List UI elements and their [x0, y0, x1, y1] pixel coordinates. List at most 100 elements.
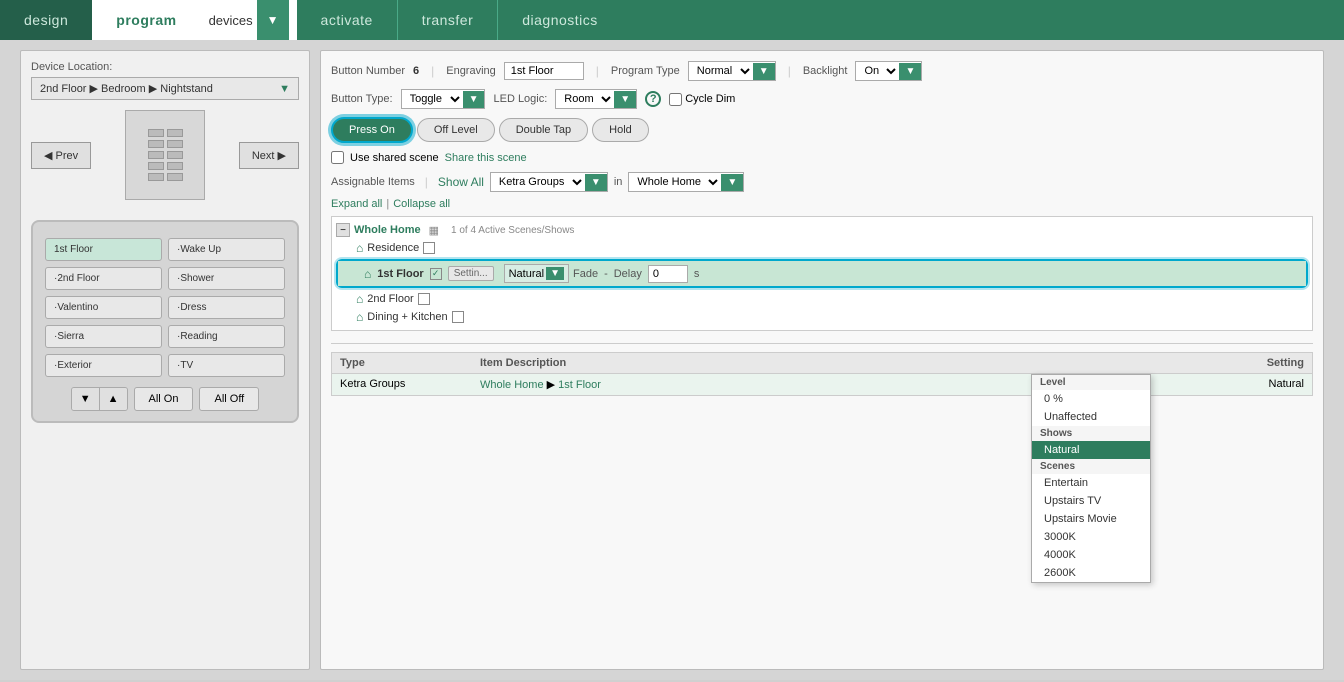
tree-item-dining-kitchen: ⌂ Dining + Kitchen	[336, 308, 1308, 326]
tab-press-on[interactable]: Press On	[331, 117, 413, 143]
next-button[interactable]: Next ▶	[239, 142, 299, 169]
2600k-item[interactable]: 2600K	[1032, 564, 1150, 582]
fade-separator: -	[604, 268, 608, 280]
engraving-input[interactable]	[504, 62, 584, 80]
entertain-item[interactable]: Entertain	[1032, 474, 1150, 492]
dining-kitchen-checkbox[interactable]	[452, 311, 464, 323]
cycle-dim-label[interactable]: Cycle Dim	[669, 93, 735, 106]
first-floor-label: 1st Floor	[377, 268, 423, 280]
use-shared-scene-checkbox[interactable]	[331, 151, 344, 164]
keypad-btn-tv[interactable]: ·TV	[168, 354, 285, 377]
all-off-button[interactable]: All Off	[199, 387, 259, 411]
residence-checkbox[interactable]	[423, 242, 435, 254]
row-type: Ketra Groups	[340, 378, 480, 391]
keypad-btn-reading[interactable]: ·Reading	[168, 325, 285, 348]
ketra-groups-arrow[interactable]: ▼	[585, 174, 607, 191]
row-setting: Natural	[1204, 378, 1304, 391]
dim-down-btn[interactable]: ▼	[72, 388, 99, 410]
natural-select-box[interactable]: Natural ▼	[504, 264, 569, 283]
assignable-bar: Assignable Items | Show All Ketra Groups…	[331, 172, 1313, 192]
dining-kitchen-label: Dining + Kitchen	[367, 311, 447, 323]
delay-input[interactable]	[648, 265, 688, 283]
delay-unit: s	[694, 268, 700, 280]
nav-program[interactable]: program	[92, 0, 200, 40]
prev-button[interactable]: ◀ Prev	[31, 142, 91, 169]
bottom-table: Type Item Description Setting Ketra Grou…	[331, 343, 1313, 396]
nav-devices-dropdown-btn[interactable]: ▼	[257, 0, 289, 40]
device-location-select[interactable]: 2nd Floor ▶ Bedroom ▶ Nightstand ▼	[31, 77, 299, 100]
backlight-select[interactable]: On ▼	[855, 61, 922, 81]
cycle-dim-checkbox[interactable]	[669, 93, 682, 106]
show-all-link[interactable]: Show All	[438, 175, 484, 189]
table-header: Type Item Description Setting	[331, 352, 1313, 374]
right-panel: Button Number 6 | Engraving | Program Ty…	[320, 50, 1324, 670]
tree-icon-1st-floor: ⌂	[364, 267, 371, 281]
whole-home-dropdown[interactable]: Whole Home	[629, 173, 721, 191]
tab-off-level[interactable]: Off Level	[417, 118, 495, 142]
expand-all-link[interactable]: Expand all	[331, 198, 382, 210]
level-unaffected-item[interactable]: Unaffected	[1032, 408, 1150, 426]
keypad-btn-valentino[interactable]: ·Valentino	[45, 296, 162, 319]
keypad-grid: 1st Floor ·Wake Up ·2nd Floor ·Shower ·V…	[45, 238, 285, 377]
keypad-btn-2nd-floor[interactable]: ·2nd Floor	[45, 267, 162, 290]
keypad-btn-1st-floor[interactable]: 1st Floor	[45, 238, 162, 261]
button-type-select[interactable]: Toggle ▼	[401, 89, 486, 109]
whole-home-arrow[interactable]: ▼	[721, 174, 743, 191]
fade-label: Fade	[573, 268, 598, 280]
keypad-btn-sierra[interactable]: ·Sierra	[45, 325, 162, 348]
device-location-arrow: ▼	[279, 83, 290, 95]
dim-buttons: ▼ ▲	[71, 387, 128, 411]
program-type-select[interactable]: Normal ▼	[688, 61, 776, 81]
nav-transfer[interactable]: transfer	[398, 0, 497, 40]
backlight-dropdown[interactable]: On	[856, 62, 899, 80]
scene-tree: − Whole Home ▦ 1 of 4 Active Scenes/Show…	[331, 216, 1313, 331]
whole-home-select[interactable]: Whole Home ▼	[628, 172, 744, 192]
program-type-arrow[interactable]: ▼	[753, 63, 775, 80]
led-logic-select[interactable]: Room ▼	[555, 89, 637, 109]
natural-show-item[interactable]: Natural	[1032, 441, 1150, 459]
upstairs-movie-item[interactable]: Upstairs Movie	[1032, 510, 1150, 528]
keypad-controls: ▼ ▲ All On All Off	[45, 387, 285, 411]
assignable-items-label: Assignable Items	[331, 176, 415, 188]
nav-activate[interactable]: activate	[297, 0, 397, 40]
backlight-arrow[interactable]: ▼	[899, 63, 921, 80]
led-logic-arrow[interactable]: ▼	[614, 91, 636, 108]
tab-hold[interactable]: Hold	[592, 118, 649, 142]
button-number-label: Button Number	[331, 65, 405, 77]
setting-header: Setting	[1204, 357, 1304, 369]
button-type-dropdown[interactable]: Toggle	[402, 90, 463, 108]
ketra-groups-dropdown[interactable]: Ketra Groups	[491, 173, 585, 191]
1st-floor-settings-btn[interactable]: Settin...	[448, 266, 494, 281]
help-icon[interactable]: ?	[645, 91, 661, 107]
keypad-btn-shower[interactable]: ·Shower	[168, 267, 285, 290]
tab-double-tap[interactable]: Double Tap	[499, 118, 588, 142]
2nd-floor-checkbox[interactable]	[418, 293, 430, 305]
3000k-item[interactable]: 3000K	[1032, 528, 1150, 546]
nav-diagnostics[interactable]: diagnostics	[498, 0, 622, 40]
in-label: in	[614, 176, 623, 188]
keypad-btn-dress[interactable]: ·Dress	[168, 296, 285, 319]
button-type-arrow[interactable]: ▼	[463, 91, 485, 108]
keypad-btn-exterior[interactable]: ·Exterior	[45, 354, 162, 377]
level-0-item[interactable]: 0 %	[1032, 390, 1150, 408]
1st-floor-checkbox[interactable]	[430, 268, 442, 280]
all-on-button[interactable]: All On	[134, 387, 194, 411]
use-shared-scene-label: Use shared scene	[350, 152, 439, 164]
led-logic-dropdown[interactable]: Room	[556, 90, 614, 108]
program-type-dropdown[interactable]: Normal	[689, 62, 753, 80]
tree-icon-dining-kitchen: ⌂	[356, 310, 363, 324]
dim-up-btn[interactable]: ▲	[99, 388, 127, 410]
4000k-item[interactable]: 4000K	[1032, 546, 1150, 564]
nav-design[interactable]: design	[0, 0, 92, 40]
upstairs-tv-item[interactable]: Upstairs TV	[1032, 492, 1150, 510]
collapse-all-link[interactable]: Collapse all	[393, 198, 450, 210]
tree-toggle-whole-home[interactable]: −	[336, 223, 350, 237]
nav-devices-container[interactable]: devices ▼	[197, 0, 297, 40]
keypad-btn-wake-up[interactable]: ·Wake Up	[168, 238, 285, 261]
natural-dropdown-arrow[interactable]: ▼	[546, 267, 564, 280]
whole-home-label: Whole Home	[354, 224, 421, 236]
ketra-groups-select[interactable]: Ketra Groups ▼	[490, 172, 608, 192]
share-this-scene-link[interactable]: Share this scene	[445, 152, 527, 164]
main-content: Device Location: 2nd Floor ▶ Bedroom ▶ N…	[0, 40, 1344, 680]
table-row: Ketra Groups Whole Home ▶ 1st Floor Natu…	[331, 374, 1313, 396]
